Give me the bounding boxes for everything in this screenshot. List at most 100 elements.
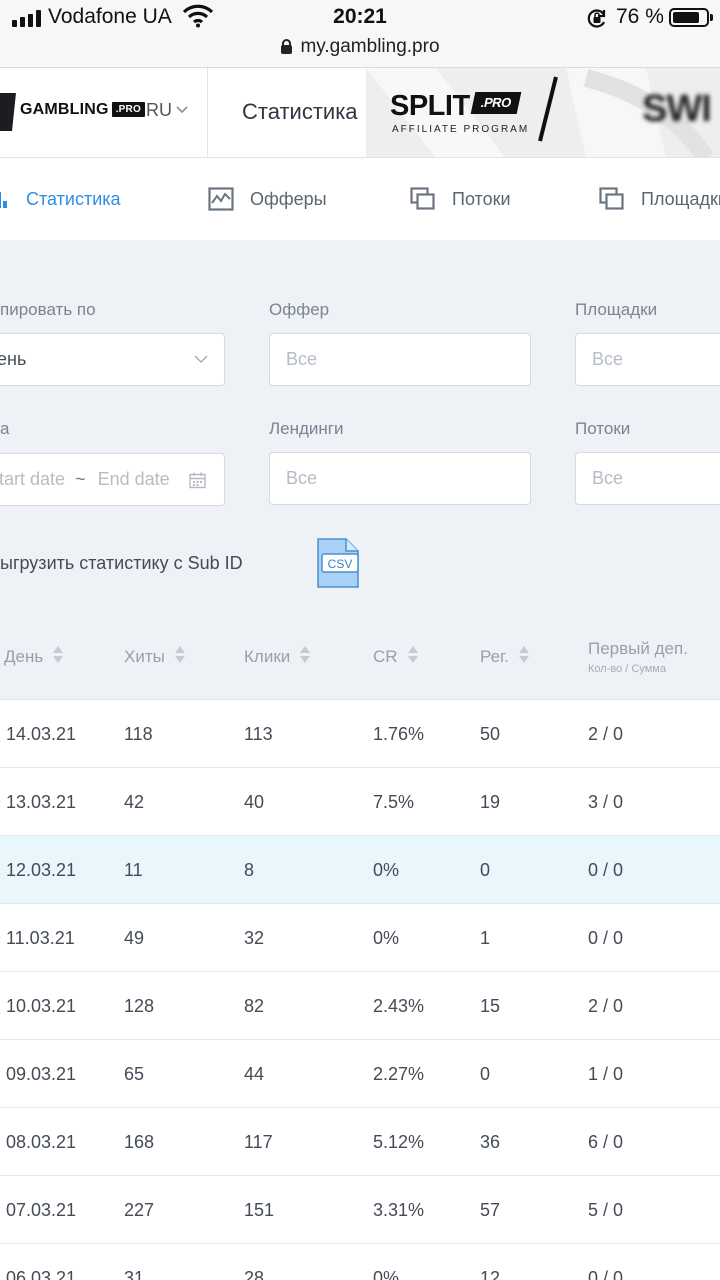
brand-logo-icon bbox=[0, 93, 16, 131]
bar-chart-icon bbox=[0, 192, 7, 208]
cell-first-dep: 3 / 0 bbox=[588, 792, 624, 812]
chevron-down-icon bbox=[194, 355, 208, 364]
date-label: а bbox=[0, 419, 10, 438]
cell-clicks: 82 bbox=[244, 996, 265, 1016]
brand-badge: .PRO bbox=[111, 102, 145, 117]
cell-clicks: 113 bbox=[244, 724, 273, 744]
cell-hits: 49 bbox=[124, 928, 145, 948]
cell-reg: 12 bbox=[480, 1268, 501, 1280]
cell-hits: 42 bbox=[124, 792, 145, 812]
platforms-label: Площадки bbox=[575, 300, 658, 319]
landings-label: Лендинги bbox=[269, 419, 344, 438]
column-header-reg[interactable]: Рег. bbox=[480, 646, 529, 667]
lock-icon bbox=[280, 39, 293, 54]
address-bar[interactable]: my.gambling.pro bbox=[0, 36, 720, 58]
landings-select[interactable]: Все bbox=[269, 452, 531, 505]
column-header-first-dep-sub: Кол-во / Сумма bbox=[588, 663, 666, 675]
page: Vodafone UA 20:21 76 % my.gambling.pro G… bbox=[0, 0, 720, 1280]
cell-clicks: 44 bbox=[244, 1064, 265, 1084]
table-row[interactable]: 12.03.21 11 8 0% 0 0 / 0 bbox=[0, 836, 720, 904]
sort-icon[interactable] bbox=[174, 646, 185, 664]
tab-offers-label: Офферы bbox=[250, 188, 327, 209]
cell-first-dep: 1 / 0 bbox=[588, 1064, 624, 1084]
table-row[interactable]: 14.03.21 118 113 1.76% 50 2 / 0 bbox=[0, 700, 720, 768]
brand-logo[interactable]: GAMBLING .PRO bbox=[20, 101, 145, 119]
header-divider bbox=[207, 68, 208, 157]
group-by-label: пировать по bbox=[0, 300, 96, 319]
cell-day: 09.03.21 bbox=[6, 1064, 77, 1084]
table-row[interactable]: 10.03.21 128 82 2.43% 15 2 / 0 bbox=[0, 972, 720, 1040]
table-row[interactable]: 13.03.21 42 40 7.5% 19 3 / 0 bbox=[0, 768, 720, 836]
cell-first-dep: 6 / 0 bbox=[588, 1132, 624, 1152]
column-header-day[interactable]: День bbox=[4, 646, 64, 667]
csv-download-icon[interactable]: CSV bbox=[316, 538, 360, 588]
tab-statistics-label: Статистика bbox=[26, 188, 121, 209]
column-header-first-dep[interactable]: Первый деп. bbox=[588, 639, 688, 659]
cell-first-dep: 5 / 0 bbox=[588, 1200, 624, 1220]
chevron-down-icon[interactable] bbox=[176, 104, 188, 116]
promo-banner[interactable]: SPLIT .PRO AFFILIATE PROGRAM SWI bbox=[366, 68, 720, 157]
table-row[interactable]: 09.03.21 65 44 2.27% 0 1 / 0 bbox=[0, 1040, 720, 1108]
tab-platforms[interactable]: Площадки bbox=[599, 158, 720, 240]
table-header: День Хиты Клики CR Рег. Первый деп. Кол-… bbox=[0, 612, 720, 700]
start-date-input[interactable]: tart date bbox=[0, 469, 65, 490]
tab-offers[interactable]: Офферы bbox=[208, 158, 327, 240]
cell-clicks: 151 bbox=[244, 1200, 275, 1220]
page-title: Статистика bbox=[242, 99, 358, 124]
cell-cr: 2.27% bbox=[373, 1064, 425, 1084]
table-row[interactable]: 06.03.21 31 28 0% 12 0 / 0 bbox=[0, 1244, 720, 1280]
cell-cr: 0% bbox=[373, 928, 400, 948]
table-row[interactable]: 07.03.21 227 151 3.31% 57 5 / 0 bbox=[0, 1176, 720, 1244]
cell-hits: 11 bbox=[124, 860, 143, 880]
offer-select[interactable]: Все bbox=[269, 333, 531, 386]
cell-clicks: 40 bbox=[244, 792, 265, 812]
cell-reg: 1 bbox=[480, 928, 491, 948]
cell-reg: 0 bbox=[480, 1064, 491, 1084]
cell-hits: 65 bbox=[124, 1064, 145, 1084]
sort-icon[interactable] bbox=[53, 646, 64, 664]
csv-icon-label: CSV bbox=[328, 557, 353, 571]
split-logo: SPLIT .PRO bbox=[390, 90, 521, 123]
battery-percent: 76 % bbox=[616, 5, 664, 28]
main-nav: Статистика Офферы Потоки Площадки bbox=[0, 158, 720, 240]
calendar-icon bbox=[189, 472, 206, 489]
date-range-picker[interactable]: tart date ~ End date bbox=[0, 453, 225, 506]
tab-streams[interactable]: Потоки bbox=[410, 158, 511, 240]
group-by-select[interactable]: ень bbox=[0, 333, 225, 386]
sort-icon[interactable] bbox=[300, 646, 311, 664]
cell-cr: 0% bbox=[373, 860, 400, 880]
cell-cr: 3.31% bbox=[373, 1200, 425, 1220]
column-header-hits[interactable]: Хиты bbox=[124, 646, 185, 667]
cell-reg: 50 bbox=[480, 724, 501, 744]
sort-icon[interactable] bbox=[518, 646, 529, 664]
cell-day: 10.03.21 bbox=[6, 996, 77, 1016]
cell-day: 13.03.21 bbox=[6, 792, 77, 812]
second-logo: SWI bbox=[642, 88, 712, 130]
cell-hits: 227 bbox=[124, 1200, 155, 1220]
cell-reg: 57 bbox=[480, 1200, 501, 1220]
streams-select[interactable]: Все bbox=[575, 452, 720, 505]
end-date-input[interactable]: End date bbox=[98, 469, 170, 490]
offer-label: Оффер bbox=[269, 300, 330, 319]
cell-hits: 128 bbox=[124, 996, 155, 1016]
sort-icon[interactable] bbox=[407, 646, 418, 664]
filters-panel: пировать по ень Оффер Все Площадки Все а… bbox=[0, 240, 720, 610]
cell-first-dep: 0 / 0 bbox=[588, 928, 624, 948]
table-row[interactable]: 08.03.21 168 117 5.12% 36 6 / 0 bbox=[0, 1108, 720, 1176]
cell-cr: 7.5% bbox=[373, 792, 415, 812]
column-header-cr[interactable]: CR bbox=[373, 646, 418, 667]
tab-streams-label: Потоки bbox=[452, 188, 511, 209]
stats-table: День Хиты Клики CR Рег. Первый деп. Кол-… bbox=[0, 612, 720, 1280]
language-selector[interactable]: RU bbox=[146, 100, 172, 121]
cell-clicks: 32 bbox=[244, 928, 265, 948]
cell-cr: 2.43% bbox=[373, 996, 425, 1016]
tab-statistics[interactable]: Статистика bbox=[0, 158, 121, 240]
cell-clicks: 117 bbox=[244, 1132, 273, 1152]
copy-icon bbox=[410, 187, 435, 210]
line-chart-icon bbox=[208, 187, 234, 211]
split-subtitle: AFFILIATE PROGRAM bbox=[392, 124, 530, 135]
streams-placeholder: Все bbox=[592, 468, 624, 488]
platforms-select[interactable]: Все bbox=[575, 333, 720, 386]
table-row[interactable]: 11.03.21 49 32 0% 1 0 / 0 bbox=[0, 904, 720, 972]
column-header-clicks[interactable]: Клики bbox=[244, 646, 311, 667]
